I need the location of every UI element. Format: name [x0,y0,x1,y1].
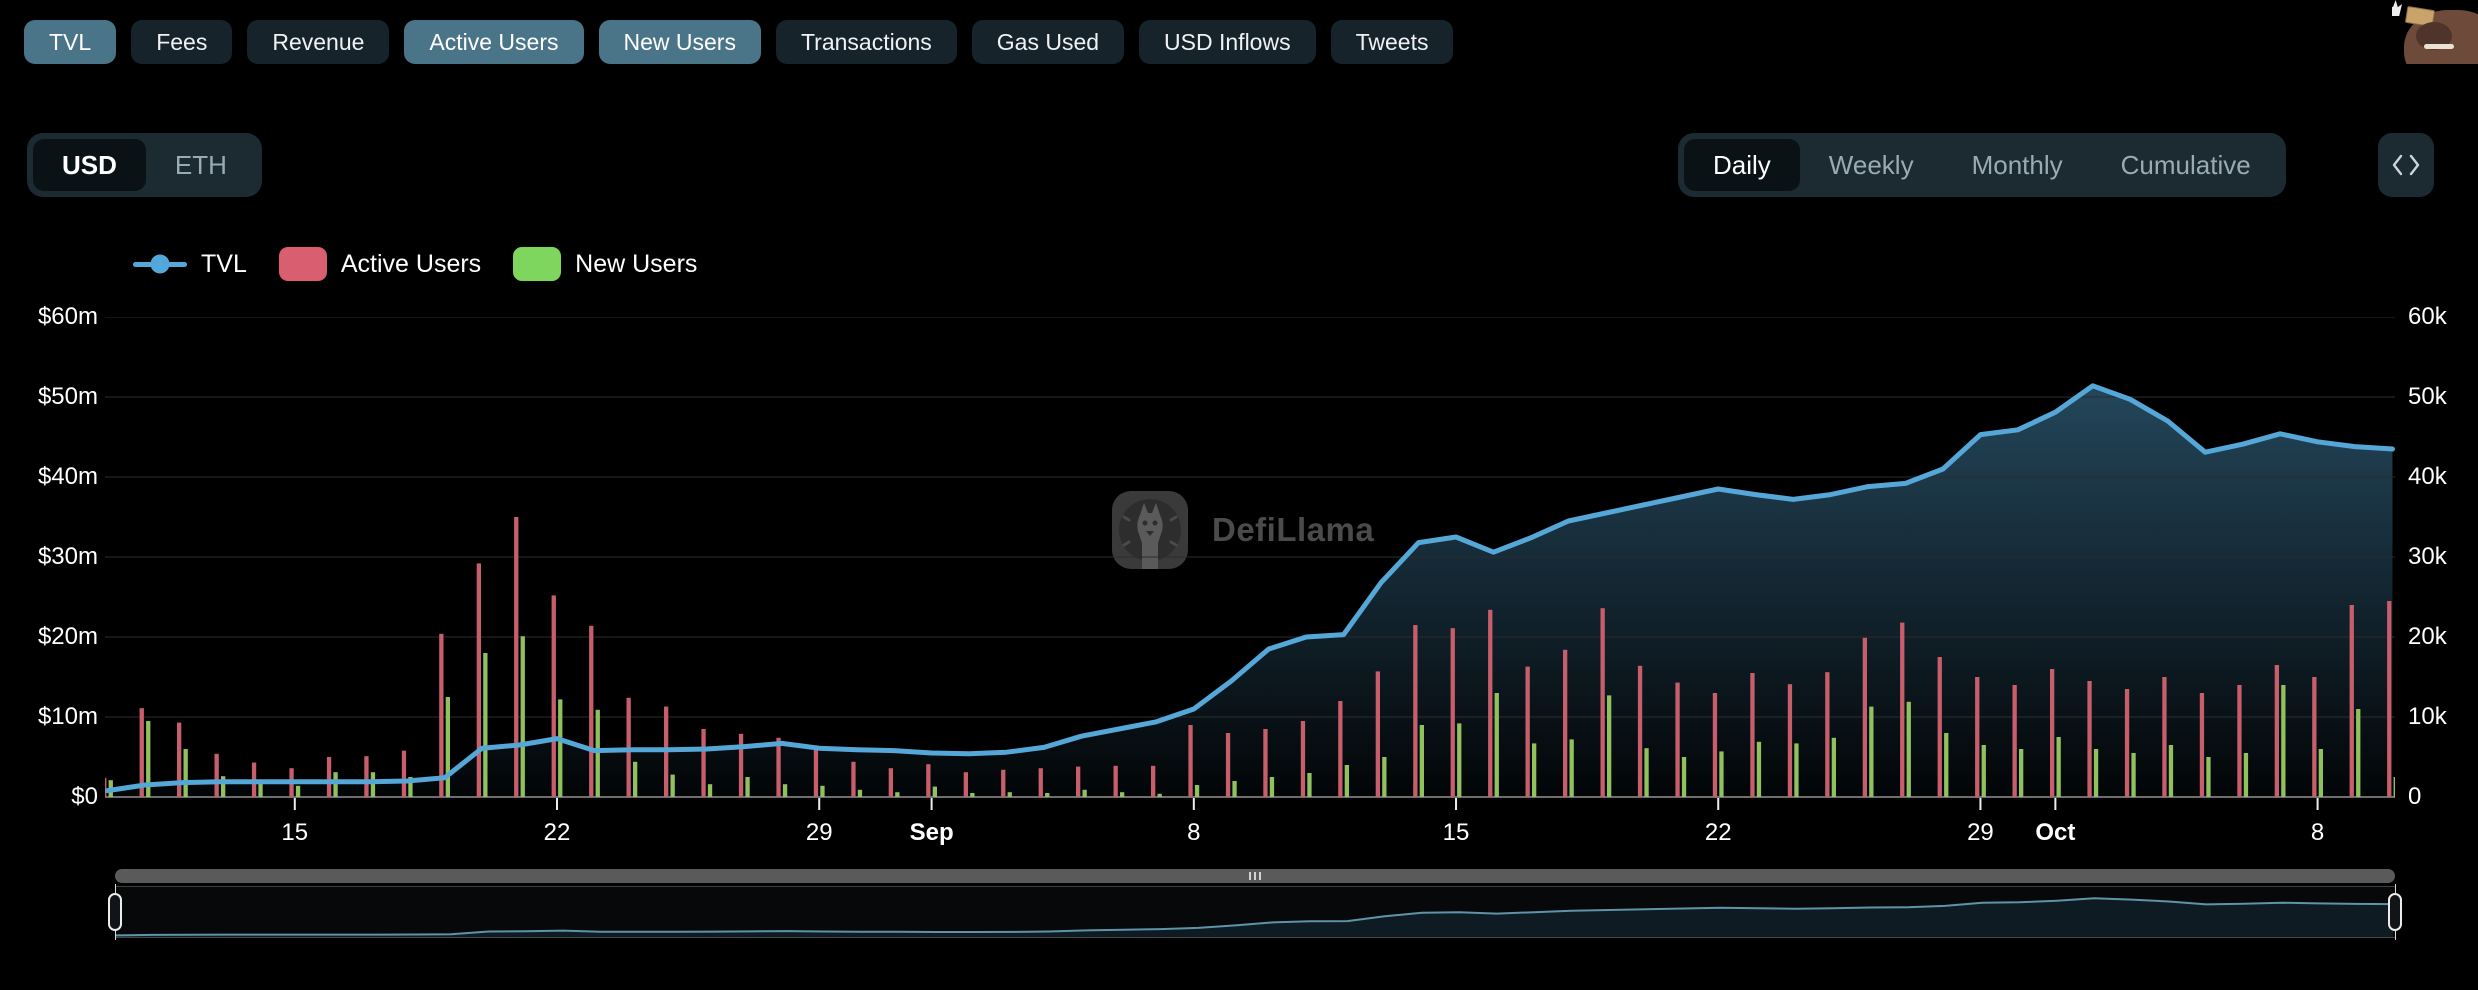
legend-item-tvl[interactable]: TVL [133,250,247,279]
interval-option-daily[interactable]: Daily [1684,139,1800,191]
y-axis-right-label: 30k [2408,542,2447,572]
new-users-legend-marker-icon [513,247,561,281]
chart-brush[interactable] [115,886,2395,938]
x-axis-label: 8 [2311,819,2324,847]
y-axis-left-label: $10m [14,702,98,732]
active-users-legend-marker-icon [279,247,327,281]
interval-option-cumulative[interactable]: Cumulative [2092,139,2280,191]
metric-tab-usd-inflows[interactable]: USD Inflows [1139,20,1316,64]
x-axis-label: 15 [1443,819,1470,847]
metric-tab-bar: TVL Fees Revenue Active Users New Users Trans… [24,20,1453,64]
y-axis-right-label: 10k [2408,702,2447,732]
metric-tab-tweets[interactable]: Tweets [1331,20,1454,64]
y-axis-left-label: $50m [14,382,98,412]
chart-scrollbar-track[interactable] [115,869,2395,883]
y-axis-left-label: $40m [14,462,98,492]
brush-handle-right[interactable] [2388,893,2402,931]
x-axis-label: 15 [281,819,308,847]
chart-legend: TVL Active Users New Users [133,247,697,281]
x-axis-label: Oct [2035,819,2075,847]
x-axis-label: 22 [1705,819,1732,847]
llama-mascot-image [2392,0,2478,64]
metric-tab-revenue[interactable]: Revenue [247,20,389,64]
legend-item-active-users[interactable]: Active Users [279,247,481,281]
currency-option-usd[interactable]: USD [33,139,146,191]
y-axis-left-label: $0 [14,782,98,812]
code-angle-brackets-icon [2391,152,2421,178]
currency-option-eth[interactable]: ETH [146,139,256,191]
y-axis-right-label: 50k [2408,382,2447,412]
currency-toggle: USDETH [27,133,262,197]
metric-tab-fees[interactable]: Fees [131,20,232,64]
metric-tab-tvl[interactable]: TVL [24,20,116,64]
scrollbar-grip-icon[interactable] [1249,872,1261,880]
x-axis-label: 8 [1187,819,1200,847]
y-axis-left-label: $30m [14,542,98,572]
tvl-users-chart[interactable] [105,317,2395,817]
legend-label: New Users [575,250,697,279]
y-axis-left-label: $60m [14,302,98,332]
y-axis-left-label: $20m [14,622,98,652]
y-axis-right-label: 20k [2408,622,2447,652]
defillama-protocol-dashboard: { "metric_tabs": [ {"label": "TVL", "act… [0,0,2478,990]
brush-handle-left[interactable] [108,893,122,931]
y-axis-right-label: 40k [2408,462,2447,492]
embed-code-button[interactable] [2378,133,2434,197]
x-axis-label: 29 [1967,819,1994,847]
metric-tab-active-users[interactable]: Active Users [404,20,583,64]
interval-option-monthly[interactable]: Monthly [1943,139,2092,191]
metric-tab-new-users[interactable]: New Users [599,20,761,64]
legend-label: Active Users [341,250,481,279]
legend-label: TVL [201,250,247,279]
x-axis-label: 22 [544,819,571,847]
x-axis-label: 29 [806,819,833,847]
y-axis-right-label: 60k [2408,302,2447,332]
interval-toggle: DailyWeeklyMonthlyCumulative [1678,133,2286,197]
legend-item-new-users[interactable]: New Users [513,247,697,281]
metric-tab-transactions[interactable]: Transactions [776,20,957,64]
y-axis-right-label: 0 [2408,782,2421,812]
x-axis-label: Sep [910,819,954,847]
tvl-area-fill [108,386,2393,797]
metric-tab-gas-used[interactable]: Gas Used [972,20,1124,64]
interval-option-weekly[interactable]: Weekly [1800,139,1943,191]
brush-mini-chart [115,887,2393,937]
tvl-legend-marker-icon [133,262,187,267]
